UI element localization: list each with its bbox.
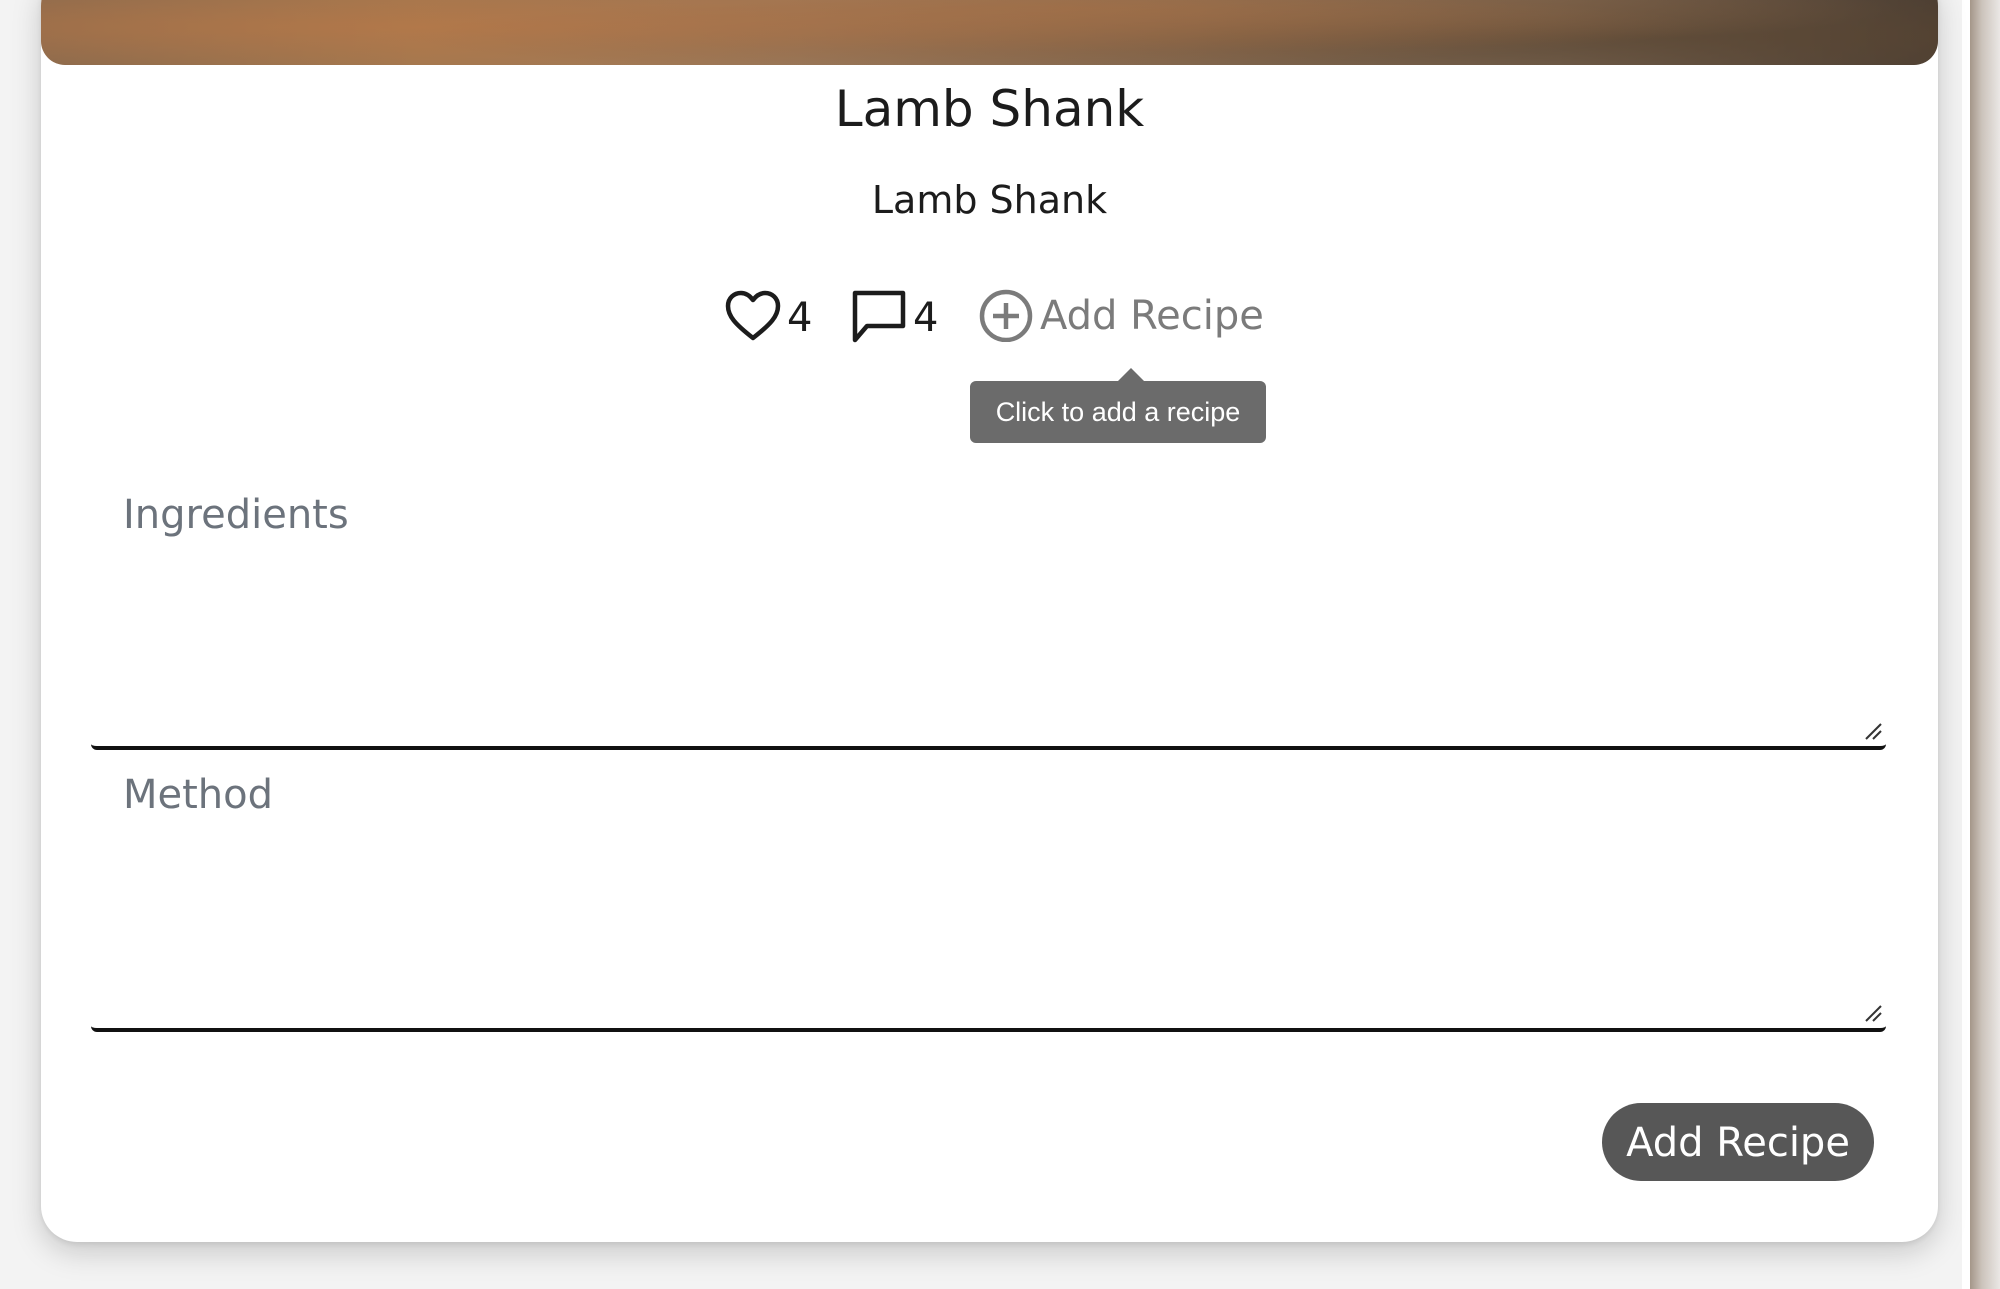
recipe-subtitle: Lamb Shank: [871, 178, 1108, 222]
ingredients-label: Ingredients: [123, 492, 349, 538]
resize-handle-icon[interactable]: [1864, 722, 1882, 740]
resize-handle-icon[interactable]: [1864, 1004, 1882, 1022]
add-recipe-button[interactable]: Add Recipe: [1602, 1103, 1874, 1181]
adjacent-card-edge: [1970, 0, 2000, 1289]
method-field[interactable]: Method: [91, 760, 1886, 1032]
comment-count: 4: [913, 295, 939, 341]
method-label: Method: [123, 772, 274, 818]
add-recipe-link-label: Add Recipe: [1040, 293, 1264, 339]
recipe-image: [41, 0, 1938, 65]
ingredients-field[interactable]: Ingredients: [91, 480, 1886, 750]
like-button[interactable]: 4: [725, 290, 812, 346]
like-count: 4: [787, 295, 813, 341]
plus-circle-icon: [978, 286, 1034, 346]
heart-icon: [725, 290, 781, 346]
recipe-actions: 4 4 Add Recipe: [41, 278, 1938, 348]
add-recipe-tooltip: Click to add a recipe: [970, 381, 1266, 443]
recipe-card: Lamb Shank Lamb Shank 4 4 Add Recipe Cli…: [41, 0, 1938, 1242]
recipe-title: Lamb Shank: [834, 80, 1145, 138]
tooltip-arrow: [1117, 368, 1145, 382]
comment-button[interactable]: 4: [851, 288, 938, 348]
comment-icon: [851, 288, 907, 348]
add-recipe-link[interactable]: Add Recipe: [978, 286, 1264, 346]
